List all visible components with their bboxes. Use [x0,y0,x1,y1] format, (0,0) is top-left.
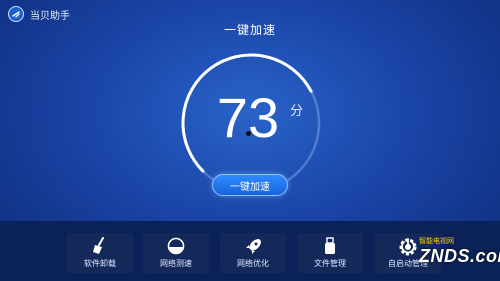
app-title: 当贝助手 [30,10,70,22]
one-click-speedup-button[interactable]: 一键加速 [212,174,288,196]
usb-drive-icon [325,237,335,254]
rocket-icon [246,239,261,254]
tool-label: 软件卸载 [84,259,116,268]
tool-uninstall[interactable]: 软件卸载 [67,233,133,273]
tool-network-optimize[interactable]: 网络优化 [220,233,286,273]
page-title: 一键加速 [223,23,276,37]
tool-label: 网络测速 [160,259,192,268]
speed-dial-icon [167,237,185,255]
znds-watermark: 智能电视网 ZNDS.com [395,234,500,274]
tool-file-manager[interactable]: 文件管理 [297,233,363,273]
gear-icon [399,238,417,256]
tool-label: 网络优化 [237,259,269,268]
broom-icon [93,237,104,254]
tool-label: 文件管理 [314,259,346,268]
score-value: 73 [216,86,280,149]
tool-speed-test[interactable]: 网络测速 [143,233,209,273]
pointer-cursor [246,131,251,136]
dangbei-logo-icon [8,6,24,22]
watermark-tagline: 智能电视网 [419,237,454,245]
app-header: 当贝助手 [8,6,70,22]
watermark-brand: ZNDS.com [419,246,500,266]
score-unit: 分 [290,104,304,119]
